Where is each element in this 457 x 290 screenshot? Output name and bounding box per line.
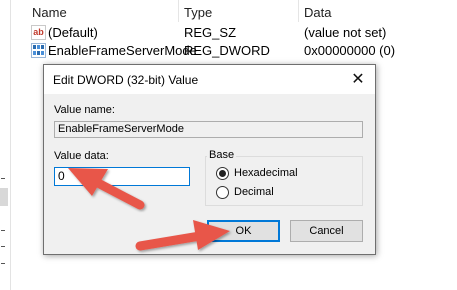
registry-row-default[interactable]: ab (Default) REG_SZ (value not set) (31, 24, 451, 42)
tree-scrollbar-thumb[interactable] (0, 188, 8, 206)
registry-value-type: REG_SZ (184, 25, 237, 40)
decimal-radio[interactable] (216, 186, 229, 199)
value-data-label: Value data: (54, 150, 109, 162)
column-separator[interactable] (178, 0, 179, 22)
tree-mark (1, 246, 5, 247)
tree-mark (1, 230, 5, 231)
pane-divider[interactable] (10, 0, 11, 290)
base-group-title: Base (207, 149, 237, 161)
tree-mark (1, 263, 5, 264)
base-groupbox (205, 156, 363, 206)
tree-pane-edge (0, 0, 9, 290)
close-icon[interactable]: ✕ (347, 69, 369, 91)
value-name-field[interactable]: EnableFrameServerMode (54, 121, 363, 138)
tree-mark (1, 178, 5, 179)
value-data-input[interactable]: 0 (54, 167, 190, 186)
column-header-type[interactable]: Type (184, 5, 212, 20)
registry-value-name: EnableFrameServerMode (48, 43, 197, 58)
cancel-button[interactable]: Cancel (290, 220, 363, 242)
column-header-data[interactable]: Data (304, 5, 331, 20)
binary-value-icon (31, 43, 46, 58)
value-name-label: Value name: (54, 104, 115, 116)
registry-value-name: (Default) (48, 25, 98, 40)
hexadecimal-radio[interactable] (216, 167, 229, 180)
edit-dword-dialog: Edit DWORD (32-bit) Value ✕ Value name: … (43, 64, 376, 255)
column-separator[interactable] (298, 0, 299, 22)
column-header-name[interactable]: Name (32, 5, 67, 20)
dialog-titlebar[interactable]: Edit DWORD (32-bit) Value ✕ (44, 65, 375, 94)
decimal-label[interactable]: Decimal (234, 186, 274, 198)
registry-row-enableframeservermode[interactable]: EnableFrameServerMode REG_DWORD 0x000000… (31, 42, 451, 60)
hexadecimal-label[interactable]: Hexadecimal (234, 167, 298, 179)
registry-value-data: 0x00000000 (0) (304, 43, 396, 58)
registry-value-data: (value not set) (304, 25, 387, 40)
string-value-icon: ab (31, 25, 46, 40)
dialog-body: Value name: EnableFrameServerMode Value … (44, 94, 375, 254)
ok-button[interactable]: OK (207, 220, 280, 242)
dialog-title: Edit DWORD (32-bit) Value (53, 73, 199, 87)
registry-value-type: REG_DWORD (184, 43, 270, 58)
